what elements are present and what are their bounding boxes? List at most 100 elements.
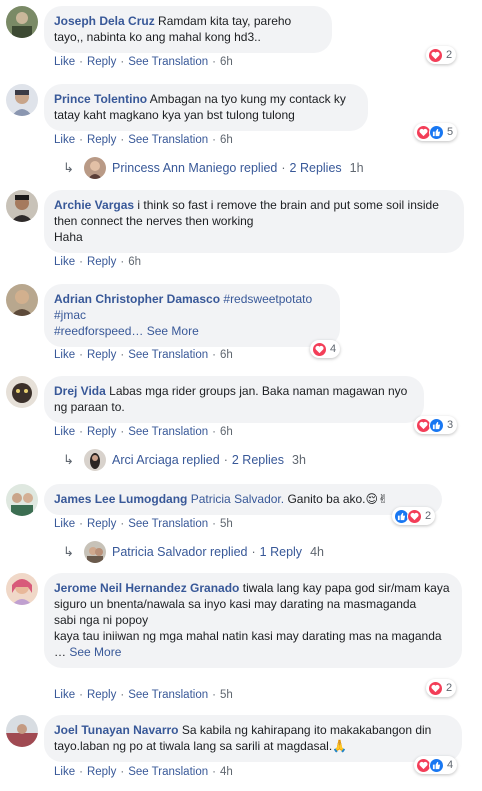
comment-time[interactable]: 6h [220,134,233,146]
comment-bubble: James Lee Lumogdang Patricia Salvador. G… [44,484,442,515]
reaction-count: 2 [446,49,453,61]
avatar[interactable] [6,6,38,38]
comment: James Lee Lumogdang Patricia Salvador. G… [6,484,476,564]
reply-count[interactable]: 1 Reply [260,545,302,559]
comment-author[interactable]: Adrian Christopher Damasco [54,292,220,306]
mention-link[interactable]: Patricia Salvador. [191,492,284,506]
comment-bubble: Jerome Neil Hernandez Granado tiwala lan… [44,573,462,668]
avatar[interactable] [6,84,38,116]
reaction-summary[interactable]: 3 [414,416,458,434]
like-link[interactable]: Like [54,134,75,146]
reaction-summary[interactable]: 2 [426,46,457,64]
reply-link[interactable]: Reply [87,426,116,438]
separator: · [79,766,83,778]
reply-arrow-icon: ↳ [63,544,74,559]
comment-author[interactable]: Joel Tunayan Navarro [54,723,179,737]
reply-author[interactable]: Princess Ann Maniego replied [112,161,277,175]
avatar [84,449,106,471]
separator: · [79,56,83,68]
see-more-link[interactable]: See More [147,324,199,338]
comment: Drej Vida Labas mga rider groups jan. Ba… [6,376,476,476]
reply-arrow-icon: ↳ [63,452,74,467]
comment-time[interactable]: 6h [220,56,233,68]
reply-link[interactable]: Reply [87,349,116,361]
comment-time[interactable]: 5h [220,689,233,701]
like-reaction-icon [429,124,444,140]
like-link[interactable]: Like [54,256,75,268]
reply-link[interactable]: Reply [87,256,116,268]
view-replies-link[interactable]: ↳ Arci Arciaga replied · 2 Replies 3h [63,449,306,471]
comment-author[interactable]: Jerome Neil Hernandez Granado [54,581,239,595]
see-translation-link[interactable]: See Translation [128,518,208,530]
separator: · [212,689,216,701]
reply-arrow-icon: ↳ [63,160,74,175]
separator: · [79,349,83,361]
see-translation-link[interactable]: See Translation [128,689,208,701]
reply-link[interactable]: Reply [87,766,116,778]
reply-link[interactable]: Reply [87,56,116,68]
see-translation-link[interactable]: See Translation [128,426,208,438]
separator: · [79,518,83,530]
separator: · [120,256,125,268]
like-reaction-icon [429,757,444,773]
avatar [84,541,106,563]
comment-time[interactable]: 6h [220,349,233,361]
reply-author[interactable]: Patricia Salvador replied [112,545,248,559]
avatar[interactable] [6,715,38,747]
comment-bubble: Joseph Dela Cruz Ramdam kita tay, pareho… [44,6,332,53]
comment-text: Ganito ba ako.😌✌ [287,492,389,506]
reaction-summary[interactable]: 2 [426,679,457,697]
see-translation-link[interactable]: See Translation [128,56,208,68]
avatar[interactable] [6,573,38,605]
comment-actions: Like · Reply · See Translation · 6h [54,426,233,438]
comment-time[interactable]: 6h [128,256,141,268]
like-link[interactable]: Like [54,518,75,530]
avatar[interactable] [6,376,38,408]
reply-count[interactable]: 2 Replies [232,453,284,467]
like-link[interactable]: Like [54,349,75,361]
see-translation-link[interactable]: See Translation [128,349,208,361]
separator: · [79,134,83,146]
comment-time[interactable]: 5h [220,518,233,530]
reply-author[interactable]: Arci Arciaga replied [112,453,220,467]
reaction-summary[interactable]: 4 [310,340,341,358]
love-reaction-icon [428,680,443,696]
comment-author[interactable]: Archie Vargas [54,198,134,212]
reply-link[interactable]: Reply [87,518,116,530]
like-link[interactable]: Like [54,689,75,701]
separator: · [79,689,83,701]
reaction-summary[interactable]: 5 [414,123,458,141]
comment-bubble: Adrian Christopher Damasco #redsweetpota… [44,284,340,347]
see-translation-link[interactable]: See Translation [128,134,208,146]
comment-author[interactable]: James Lee Lumogdang [54,492,187,506]
like-link[interactable]: Like [54,766,75,778]
reply-link[interactable]: Reply [87,134,116,146]
avatar[interactable] [6,484,38,516]
separator: · [79,426,83,438]
like-link[interactable]: Like [54,56,75,68]
see-more-link[interactable]: See More [69,645,121,659]
separator: · [120,349,125,361]
comment-author[interactable]: Joseph Dela Cruz [54,14,155,28]
like-link[interactable]: Like [54,426,75,438]
comment-bubble: Archie Vargas i think so fast i remove t… [44,190,464,253]
avatar[interactable] [6,190,38,222]
comment-time[interactable]: 4h [220,766,233,778]
reaction-summary[interactable]: 2 [392,507,436,525]
view-replies-link[interactable]: ↳ Princess Ann Maniego replied · 2 Repli… [63,157,364,179]
reply-link[interactable]: Reply [87,689,116,701]
hashtag-link[interactable]: #redsweetpotato [223,292,312,306]
comment-time[interactable]: 6h [220,426,233,438]
separator: · [120,56,125,68]
comment: Adrian Christopher Damasco #redsweetpota… [6,284,476,366]
reply-count[interactable]: 2 Replies [290,161,342,175]
comment-author[interactable]: Drej Vida [54,384,106,398]
see-translation-link[interactable]: See Translation [128,766,208,778]
avatar[interactable] [6,284,38,316]
comment-author[interactable]: Prince Tolentino [54,92,147,106]
reaction-summary[interactable]: 4 [414,756,458,774]
comment-text[interactable]: #jmac #reedforspeed… [54,308,143,338]
view-replies-link[interactable]: ↳ Patricia Salvador replied · 1 Reply 4h [63,541,324,563]
separator: · [79,256,83,268]
reaction-count: 4 [447,759,454,771]
